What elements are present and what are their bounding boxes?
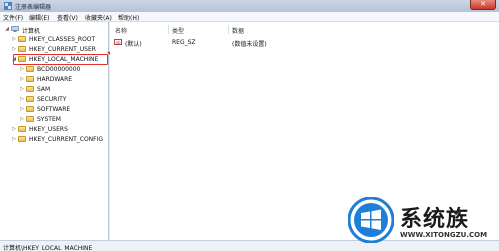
window-title: 注册表编辑器 (15, 4, 52, 11)
string-value-icon: ab (114, 39, 122, 45)
tree-item-label: 计算机 (22, 28, 41, 35)
folder-icon (26, 66, 34, 72)
menu-help[interactable]: 帮助(H) (118, 13, 139, 22)
column-header-data[interactable]: 数据 (232, 26, 244, 35)
watermark-name: 系统族 (400, 207, 470, 232)
menu-edit[interactable]: 编辑(E) (29, 13, 49, 22)
folder-icon (18, 126, 26, 132)
folder-icon (26, 76, 34, 82)
tree-item-label: SOFTWARE (37, 106, 71, 113)
column-divider[interactable] (168, 25, 169, 34)
value-name: (默认) (125, 41, 142, 48)
column-divider[interactable] (228, 25, 229, 34)
folder-icon (26, 106, 34, 112)
menu-file[interactable]: 文件(F) (3, 13, 23, 22)
tree-item-label: HARDWARE (37, 76, 73, 83)
tree-item-label: HKEY_CURRENT_USER (29, 46, 96, 53)
menu-bar: 文件(F) 编辑(E) 查看(V) 收藏夹(A) 帮助(H) (0, 12, 499, 22)
value-data: (数值未设置) (232, 41, 267, 48)
close-button[interactable]: ✕ (470, 0, 496, 10)
expand-icon[interactable]: ▷ (11, 46, 17, 52)
regedit-app-icon (4, 2, 12, 10)
folder-icon (18, 136, 26, 142)
expand-icon[interactable]: ▷ (19, 116, 25, 122)
tree-item-label: HKEY_CURRENT_CONFIG (29, 136, 104, 143)
tree-item-label: SAM (37, 86, 51, 93)
folder-icon (26, 96, 34, 102)
expand-icon[interactable]: ▷ (11, 36, 17, 42)
folder-icon (26, 86, 34, 92)
highlight-box (13, 54, 108, 65)
regedit-window: 注册表编辑器 ✕ 文件(F) 编辑(E) 查看(V) 收藏夹(A) 帮助(H) … (0, 0, 499, 251)
table-row[interactable]: ab (默认) REG_SZ (数值未设置) (114, 38, 494, 48)
watermark-url: WWW.XITONGZU.COM (400, 231, 488, 239)
expand-icon[interactable]: ▷ (19, 86, 25, 92)
column-header-type[interactable]: 类型 (172, 26, 184, 35)
column-header-name[interactable]: 名称 (115, 26, 127, 35)
expand-icon[interactable]: ▷ (19, 76, 25, 82)
expand-icon[interactable]: ▷ (19, 66, 25, 72)
title-bar: 注册表编辑器 ✕ (0, 0, 499, 12)
status-path: 计算机\HKEY_LOCAL_MACHINE (3, 245, 93, 251)
folder-icon (18, 36, 26, 42)
folder-icon (18, 46, 26, 52)
tree-item-label: BCD00000000 (37, 66, 81, 73)
collapse-icon[interactable]: ◢ (4, 26, 10, 32)
folder-icon (26, 116, 34, 122)
value-type: REG_SZ (172, 39, 196, 46)
expand-icon[interactable]: ▷ (11, 136, 17, 142)
expand-icon[interactable]: ▷ (11, 126, 17, 132)
expand-icon[interactable]: ▷ (19, 106, 25, 112)
tree-item-label: HKEY_CLASSES_ROOT (29, 36, 96, 43)
tree-item-label: SECURITY (37, 96, 67, 103)
menu-favorites[interactable]: 收藏夹(A) (85, 13, 112, 22)
expand-icon[interactable]: ▷ (19, 96, 25, 102)
tree-item-label: HKEY_USERS (29, 126, 68, 133)
tree-item-label: SYSTEM (37, 116, 61, 123)
watermark: 系统族 WWW.XITONGZU.COM (348, 197, 499, 251)
computer-icon (11, 26, 19, 32)
windows-logo-icon (348, 197, 394, 243)
menu-view[interactable]: 查看(V) (57, 13, 78, 22)
